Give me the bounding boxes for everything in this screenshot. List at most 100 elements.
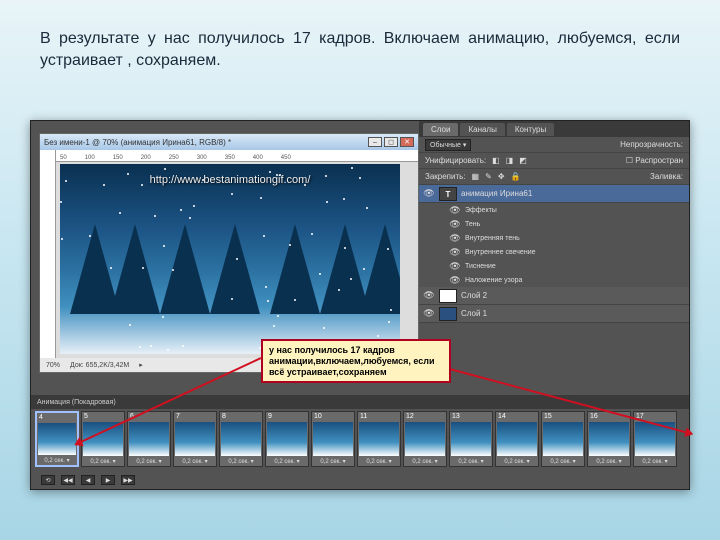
- frame-number: 11: [358, 412, 400, 421]
- animation-frame[interactable]: 90,2 сек. ▾: [265, 411, 309, 467]
- ruler-horizontal: 50 100 150 200 250 300 350 400 450: [56, 150, 418, 162]
- visibility-icon[interactable]: 👁: [423, 308, 435, 319]
- zoom-level[interactable]: 70%: [46, 362, 60, 369]
- watermark-url: http://www.bestanimationgif.com/: [150, 174, 311, 186]
- visibility-icon[interactable]: 👁: [449, 247, 461, 258]
- frame-number: 8: [220, 412, 262, 421]
- lock-label: Закрепить:: [425, 172, 466, 181]
- frame-delay[interactable]: 0,2 сек. ▾: [542, 457, 584, 466]
- frame-thumbnail: [589, 422, 629, 456]
- frame-thumbnail: [175, 422, 215, 456]
- opacity-label: Непрозрачность:: [620, 140, 683, 149]
- annotation-note: у нас получилось 17 кадров анимации,вклю…: [261, 339, 451, 383]
- text-layer-icon: T: [439, 187, 457, 201]
- animation-frame[interactable]: 13 0,2 сек. ▾: [449, 411, 493, 467]
- frame-delay[interactable]: 0,2 сек. ▾: [312, 457, 354, 466]
- frame-number: 10: [312, 412, 354, 421]
- animation-frame[interactable]: 8 0,2 сек. ▾: [219, 411, 263, 467]
- layer-name: Слой 2: [461, 291, 487, 300]
- timeline-controls: ⟲ ◀◀ ◀ ▶ ▶▶: [35, 473, 685, 487]
- frame-delay[interactable]: 0,2 сек. ▾: [128, 457, 170, 466]
- frame-thumbnail: [38, 423, 76, 455]
- unify-label: Унифицировать:: [425, 156, 486, 165]
- tutorial-caption: В результате у нас получилось 17 кадров.…: [0, 0, 720, 83]
- animation-frame[interactable]: 12 0,2 сек. ▾: [403, 411, 447, 467]
- doc-size: Док: 655,2K/3,42M: [70, 362, 129, 369]
- layer-thumbnail: [439, 289, 457, 303]
- visibility-icon[interactable]: 👁: [449, 275, 461, 286]
- tab-paths[interactable]: Контуры: [507, 123, 554, 136]
- frame-delay[interactable]: 0,2 сек. ▾: [404, 457, 446, 466]
- layer-name: анимация Ирина61: [461, 189, 532, 198]
- minimize-button[interactable]: –: [368, 137, 382, 147]
- chevron-right-icon[interactable]: ▸: [139, 361, 143, 369]
- frame-thumbnail: [221, 422, 261, 456]
- frame-thumbnail: [267, 422, 307, 456]
- frame-delay[interactable]: 0,2 сек. ▾: [496, 457, 538, 466]
- animation-frames: 40,2 сек. ▾50,2 сек. ▾60,2 сек. ▾70,2 се…: [35, 411, 685, 471]
- blend-mode-select[interactable]: Обычные ▾: [425, 139, 471, 151]
- animation-frame[interactable]: 14 0,2 сек. ▾: [495, 411, 539, 467]
- frame-number: 5: [82, 412, 124, 421]
- next-frame-button[interactable]: ▶▶: [121, 475, 135, 485]
- visibility-icon[interactable]: 👁: [449, 205, 461, 216]
- frame-delay[interactable]: 0,2 сек. ▾: [174, 457, 216, 466]
- layer-1-row[interactable]: 👁 Слой 1: [419, 305, 689, 323]
- visibility-icon[interactable]: 👁: [449, 261, 461, 272]
- lock-move-icon[interactable]: ✥: [498, 172, 505, 181]
- frame-delay[interactable]: 0,2 сек. ▾: [266, 457, 308, 466]
- canvas[interactable]: http://www.bestanimationgif.com/: [60, 164, 400, 354]
- frame-delay[interactable]: 0,2 сек. ▾: [450, 457, 492, 466]
- unify-icon[interactable]: ◨: [506, 156, 514, 165]
- frame-delay[interactable]: 0,2 сек. ▾: [220, 457, 262, 466]
- frame-number: 15: [542, 412, 584, 421]
- lock-all-icon[interactable]: 🔒: [511, 172, 521, 181]
- animation-frame[interactable]: 11 0,2 сек. ▾: [357, 411, 401, 467]
- frame-number: 13: [450, 412, 492, 421]
- animation-frame[interactable]: 15 0,2 сек. ▾: [541, 411, 585, 467]
- frame-delay[interactable]: 0,2 сек. ▾: [358, 457, 400, 466]
- unify-icon[interactable]: ◧: [492, 156, 500, 165]
- frame-number: 12: [404, 412, 446, 421]
- frame-thumbnail: [405, 422, 445, 456]
- visibility-icon[interactable]: 👁: [423, 290, 435, 301]
- animation-frame[interactable]: 60,2 сек. ▾: [127, 411, 171, 467]
- document-title: Без имени-1 @ 70% (анимация Ирина61, RGB…: [44, 138, 231, 147]
- frame-thumbnail: [313, 422, 353, 456]
- fill-label: Заливка:: [650, 172, 683, 181]
- frame-delay[interactable]: 0,2 сек. ▾: [588, 457, 630, 466]
- frame-delay[interactable]: 0,2 сек. ▾: [82, 457, 124, 466]
- animation-frame[interactable]: 10 0,2 сек. ▾: [311, 411, 355, 467]
- visibility-icon[interactable]: 👁: [449, 219, 461, 230]
- frame-thumbnail: [451, 422, 491, 456]
- document-window: Без имени-1 @ 70% (анимация Ирина61, RGB…: [39, 133, 419, 373]
- layer-2-row[interactable]: 👁 Слой 2: [419, 287, 689, 305]
- tab-layers[interactable]: Слои: [423, 123, 458, 136]
- animation-frame[interactable]: 70,2 сек. ▾: [173, 411, 217, 467]
- visibility-icon[interactable]: 👁: [449, 233, 461, 244]
- first-frame-button[interactable]: ◀◀: [61, 475, 75, 485]
- layer-name: Слой 1: [461, 309, 487, 318]
- lock-transparency-icon[interactable]: ▦: [472, 172, 480, 181]
- lock-paint-icon[interactable]: ✎: [485, 172, 492, 181]
- panel-tabs: Слои Каналы Контуры: [419, 121, 689, 137]
- photoshop-screenshot: Без имени-1 @ 70% (анимация Ирина61, RGB…: [30, 120, 690, 490]
- prev-frame-button[interactable]: ◀: [81, 475, 95, 485]
- animation-frame[interactable]: 160,2 сек. ▾: [587, 411, 631, 467]
- tab-channels[interactable]: Каналы: [460, 123, 504, 136]
- layer-thumbnail: [439, 307, 457, 321]
- frame-thumbnail: [543, 422, 583, 456]
- unify-icon[interactable]: ◩: [519, 156, 527, 165]
- document-titlebar: Без имени-1 @ 70% (анимация Ирина61, RGB…: [40, 134, 418, 150]
- frame-thumbnail: [129, 422, 169, 456]
- close-button[interactable]: ✕: [400, 137, 414, 147]
- frame-number: 14: [496, 412, 538, 421]
- frame-delay[interactable]: 0,2 сек. ▾: [37, 456, 77, 465]
- play-button[interactable]: ▶: [101, 475, 115, 485]
- maximize-button[interactable]: ◻: [384, 137, 398, 147]
- visibility-icon[interactable]: 👁: [423, 188, 435, 199]
- loop-button[interactable]: ⟲: [41, 475, 55, 485]
- frame-delay[interactable]: 0,2 сек. ▾: [634, 457, 676, 466]
- effects-list: 👁Эффекты 👁Тень 👁Внутренняя тень 👁Внутрен…: [419, 203, 689, 287]
- layer-text-row[interactable]: 👁 T анимация Ирина61: [419, 185, 689, 203]
